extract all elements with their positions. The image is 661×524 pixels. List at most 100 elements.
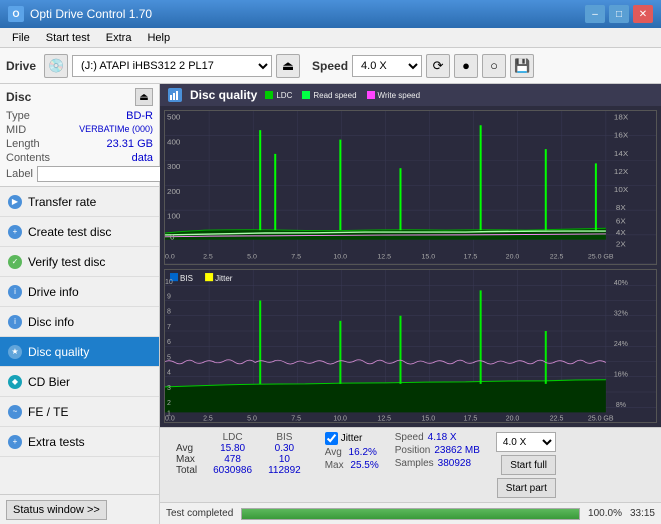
svg-text:12.5: 12.5: [377, 254, 391, 261]
close-button[interactable]: ✕: [633, 5, 653, 23]
nav-cd-bier-label: CD Bier: [28, 375, 70, 389]
svg-text:10.0: 10.0: [333, 415, 347, 422]
disc-panel: Disc ⏏ Type BD-R MID VERBATIMe (000) Len…: [0, 84, 159, 187]
content-area: Disc quality LDC Read speed Write speed: [160, 84, 661, 524]
disc-write-icon[interactable]: ●: [454, 54, 478, 78]
nav-transfer-rate-label: Transfer rate: [28, 195, 96, 209]
stats-table: LDC BIS Avg 15.80 0.30 Max 478 10 Total …: [168, 432, 309, 476]
nav-fe-te-label: FE / TE: [28, 405, 68, 419]
nav-fe-te[interactable]: ~ FE / TE: [0, 397, 159, 427]
svg-text:Jitter: Jitter: [215, 274, 233, 283]
position-label: Position: [395, 445, 431, 456]
extra-tests-icon: +: [8, 435, 22, 449]
start-full-button[interactable]: Start full: [501, 455, 556, 475]
status-bar: Status window >>: [0, 494, 159, 524]
nav-transfer-rate[interactable]: ▶ Transfer rate: [0, 187, 159, 217]
maximize-button[interactable]: □: [609, 5, 629, 23]
create-test-icon: +: [8, 225, 22, 239]
menu-start-test[interactable]: Start test: [38, 30, 98, 46]
refresh-icon[interactable]: ⟳: [426, 54, 450, 78]
total-row-label: Total: [168, 465, 205, 476]
speed-select-stats[interactable]: 4.0 X: [496, 432, 556, 452]
start-part-button[interactable]: Start part: [497, 478, 556, 498]
max-jitter-value: 25.5%: [350, 460, 378, 471]
svg-text:400: 400: [167, 138, 181, 147]
progress-section: Test completed 100.0% 33:15: [160, 502, 661, 524]
position-row: Position 23862 MB: [395, 445, 480, 456]
contents-value: data: [132, 152, 153, 164]
avg-bis-value: 0.30: [260, 443, 309, 454]
nav-items: ▶ Transfer rate + Create test disc ✓ Ver…: [0, 187, 159, 494]
disc-label-label: Label: [6, 168, 33, 180]
nav-drive-info[interactable]: i Drive info: [0, 277, 159, 307]
status-window-btn[interactable]: Status window >>: [6, 500, 107, 520]
max-bis-value: 10: [260, 454, 309, 465]
jitter-section: Jitter Avg 16.2% Max 25.5%: [325, 432, 379, 471]
minimize-button[interactable]: –: [585, 5, 605, 23]
nav-extra-tests[interactable]: + Extra tests: [0, 427, 159, 457]
disc-eject-btn[interactable]: ⏏: [135, 88, 153, 106]
progress-time: 33:15: [630, 508, 655, 519]
ldc-label: LDC: [276, 91, 292, 100]
nav-cd-bier[interactable]: ◆ CD Bier: [0, 367, 159, 397]
jitter-checkbox[interactable]: [325, 432, 338, 445]
disc-read-icon[interactable]: ○: [482, 54, 506, 78]
menu-help[interactable]: Help: [139, 30, 178, 46]
svg-text:2X: 2X: [616, 240, 627, 249]
mid-label: MID: [6, 124, 26, 136]
svg-text:16X: 16X: [614, 131, 629, 140]
nav-disc-info[interactable]: i Disc info: [0, 307, 159, 337]
progress-percent: 100.0%: [588, 508, 622, 519]
fe-te-icon: ~: [8, 405, 22, 419]
svg-text:500: 500: [167, 113, 181, 122]
disc-length-row: Length 23.31 GB: [6, 138, 153, 150]
svg-text:9: 9: [167, 293, 171, 300]
action-section: 4.0 X Start full Start part: [496, 432, 556, 498]
jitter-checkbox-label[interactable]: Jitter: [325, 432, 379, 445]
drive-label: Drive: [6, 59, 36, 73]
read-speed-color: [302, 91, 310, 99]
svg-text:7: 7: [167, 323, 171, 330]
svg-text:100: 100: [167, 212, 181, 221]
disc-label-row: Label ✎: [6, 166, 153, 182]
svg-text:6X: 6X: [616, 217, 627, 226]
stats-bar: LDC BIS Avg 15.80 0.30 Max 478 10 Total …: [160, 427, 661, 502]
max-jitter-label: Max: [325, 460, 344, 471]
save-icon[interactable]: 💾: [510, 54, 534, 78]
eject-icon[interactable]: ⏏: [276, 54, 300, 78]
total-ldc-value: 6030986: [205, 465, 260, 476]
svg-text:22.5: 22.5: [550, 415, 564, 422]
menu-file[interactable]: File: [4, 30, 38, 46]
type-label: Type: [6, 110, 30, 122]
nav-verify-test-label: Verify test disc: [28, 255, 105, 269]
avg-ldc-value: 15.80: [205, 443, 260, 454]
svg-text:22.5: 22.5: [550, 254, 564, 261]
svg-text:10.0: 10.0: [333, 254, 347, 261]
svg-text:40%: 40%: [614, 280, 629, 287]
nav-disc-quality[interactable]: ★ Disc quality: [0, 337, 159, 367]
nav-create-test-disc[interactable]: + Create test disc: [0, 217, 159, 247]
svg-text:25.0 GB: 25.0 GB: [588, 415, 614, 422]
chart-icon: [168, 88, 182, 102]
nav-verify-test-disc[interactable]: ✓ Verify test disc: [0, 247, 159, 277]
svg-text:5.0: 5.0: [247, 415, 257, 422]
speed-avg-value: 4.18 X: [428, 432, 457, 443]
svg-text:300: 300: [167, 162, 181, 171]
svg-text:5.0: 5.0: [247, 254, 257, 261]
label-input[interactable]: [37, 166, 175, 182]
samples-row: Samples 380928: [395, 458, 480, 469]
length-value: 23.31 GB: [107, 138, 153, 150]
nav-drive-info-label: Drive info: [28, 285, 79, 299]
legend-read-speed: Read speed: [302, 91, 356, 100]
avg-jitter-value: 16.2%: [349, 447, 377, 458]
menu-bar: File Start test Extra Help: [0, 28, 661, 48]
speed-selector[interactable]: 4.0 X 2.0 X 8.0 X: [352, 55, 422, 77]
menu-extra[interactable]: Extra: [98, 30, 140, 46]
drive-selector[interactable]: (J:) ATAPI iHBS312 2 PL17: [72, 55, 272, 77]
svg-text:8%: 8%: [616, 402, 627, 409]
svg-text:200: 200: [167, 187, 181, 196]
cd-bier-icon: ◆: [8, 375, 22, 389]
chart-title: Disc quality: [190, 88, 257, 102]
svg-text:0.0: 0.0: [165, 254, 175, 261]
speed-label-row: Speed 4.18 X: [395, 432, 480, 443]
